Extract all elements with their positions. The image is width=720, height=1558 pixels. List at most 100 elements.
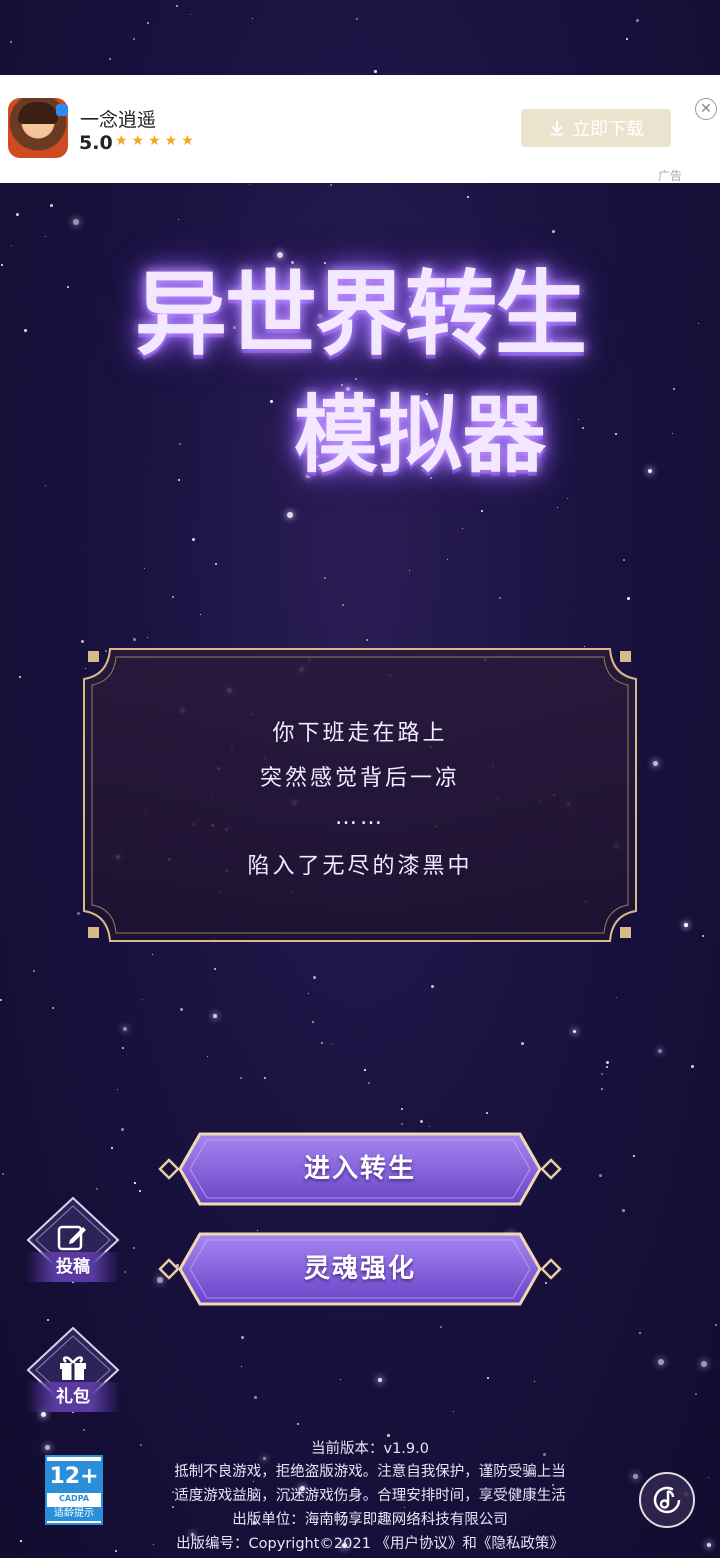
gift-icon xyxy=(60,1356,86,1380)
music-toggle-button[interactable] xyxy=(639,1472,695,1528)
publisher-text: 出版单位：海南畅享即趣网络科技有限公司 xyxy=(232,1512,508,1528)
star xyxy=(133,638,136,641)
ad-download-button[interactable]: 立即下载 xyxy=(521,109,671,147)
star xyxy=(639,1332,641,1334)
star xyxy=(287,512,293,518)
enter-reincarnation-button[interactable]: 进入转生 xyxy=(155,1131,565,1207)
ad-app-name[interactable]: 一念逍遥 xyxy=(80,105,156,132)
star xyxy=(623,559,625,561)
star xyxy=(487,1377,490,1380)
star xyxy=(122,1047,124,1049)
star xyxy=(52,1007,55,1010)
gift-label: 礼包 xyxy=(26,1382,120,1412)
enter-button-label: 进入转生 xyxy=(303,1154,416,1184)
star xyxy=(20,1540,22,1542)
star xyxy=(83,1429,86,1432)
star xyxy=(324,577,327,580)
star xyxy=(321,1042,324,1045)
star xyxy=(45,1445,50,1450)
star xyxy=(366,639,368,641)
star xyxy=(534,1381,536,1383)
star xyxy=(133,1247,136,1250)
game-title-logo: 异世界转生 模拟器 xyxy=(0,190,720,510)
star xyxy=(684,923,688,927)
star xyxy=(308,993,310,995)
star xyxy=(599,1174,602,1177)
star xyxy=(401,1123,404,1126)
star xyxy=(241,1366,243,1368)
story-line-4: 陷入了无尽的漆黑中 xyxy=(247,854,473,879)
star xyxy=(297,1423,300,1426)
title-line-2: 模拟器 xyxy=(293,385,546,484)
star xyxy=(606,1066,609,1069)
edit-icon xyxy=(57,1225,86,1251)
story-frame xyxy=(83,648,637,942)
star xyxy=(409,570,411,572)
title-line-1: 异世界转生 xyxy=(134,260,587,368)
download-icon xyxy=(551,121,563,136)
star xyxy=(330,184,332,186)
star xyxy=(616,997,618,999)
star xyxy=(109,58,111,60)
star xyxy=(626,38,628,40)
star xyxy=(200,614,202,616)
star xyxy=(142,999,144,1001)
star xyxy=(653,761,658,766)
star xyxy=(123,1027,128,1032)
soul-button-label: 灵魂强化 xyxy=(303,1254,416,1284)
star xyxy=(241,1336,244,1339)
star xyxy=(368,1082,370,1084)
star xyxy=(627,597,630,600)
star xyxy=(378,1378,383,1383)
star xyxy=(152,954,154,956)
story-line-2: 突然感觉背后一凉 xyxy=(259,766,460,791)
star xyxy=(356,18,358,20)
star xyxy=(364,1069,366,1071)
star xyxy=(633,1155,636,1158)
star xyxy=(213,1014,217,1018)
star xyxy=(249,184,251,186)
age-number: 12+ xyxy=(47,1461,101,1493)
star xyxy=(147,22,150,25)
star xyxy=(462,528,464,530)
star xyxy=(215,563,217,565)
star xyxy=(440,1326,442,1328)
star xyxy=(115,1550,118,1553)
star xyxy=(431,985,434,988)
star xyxy=(606,1061,609,1064)
star xyxy=(636,19,639,22)
age-rating-badge[interactable]: 12+ CADPA 适龄提示 xyxy=(45,1455,103,1525)
star xyxy=(111,1147,113,1149)
star xyxy=(0,999,2,1001)
star xyxy=(573,1030,577,1034)
star xyxy=(33,970,36,973)
star xyxy=(342,604,344,606)
ad-close-button[interactable]: ✕ xyxy=(695,98,717,120)
version-text: 当前版本：v1.9.0 xyxy=(311,1441,429,1457)
star xyxy=(313,976,316,979)
gift-pack-button[interactable]: 礼包 xyxy=(18,1318,128,1428)
star xyxy=(499,597,502,600)
star xyxy=(81,640,84,643)
submit-button[interactable]: 投稿 xyxy=(18,1188,128,1298)
age-org: CADPA xyxy=(58,1494,90,1503)
star xyxy=(447,559,449,561)
star xyxy=(144,568,146,570)
copyright-links[interactable]: 出版编号：Copyright©2021 《用户协议》和《隐私政策》 xyxy=(120,1532,620,1553)
star xyxy=(481,510,483,512)
soul-upgrade-button[interactable]: 灵魂强化 xyxy=(155,1231,565,1307)
star xyxy=(312,1021,314,1023)
star xyxy=(429,1126,431,1128)
star xyxy=(521,1042,524,1045)
star xyxy=(180,1008,183,1011)
ad-rating: 5.0 xyxy=(79,132,113,154)
star xyxy=(701,1361,707,1367)
star xyxy=(331,1043,333,1045)
star xyxy=(486,1112,488,1114)
health-notice-1: 抵制不良游戏，拒绝盗版游戏。注意自我保护，谨防受骗上当 xyxy=(174,1464,566,1480)
star xyxy=(264,1077,266,1079)
submit-label: 投稿 xyxy=(26,1252,120,1282)
star xyxy=(453,1411,455,1413)
star xyxy=(2,1173,5,1176)
ad-star-rating: ★★★★★ xyxy=(115,133,198,149)
